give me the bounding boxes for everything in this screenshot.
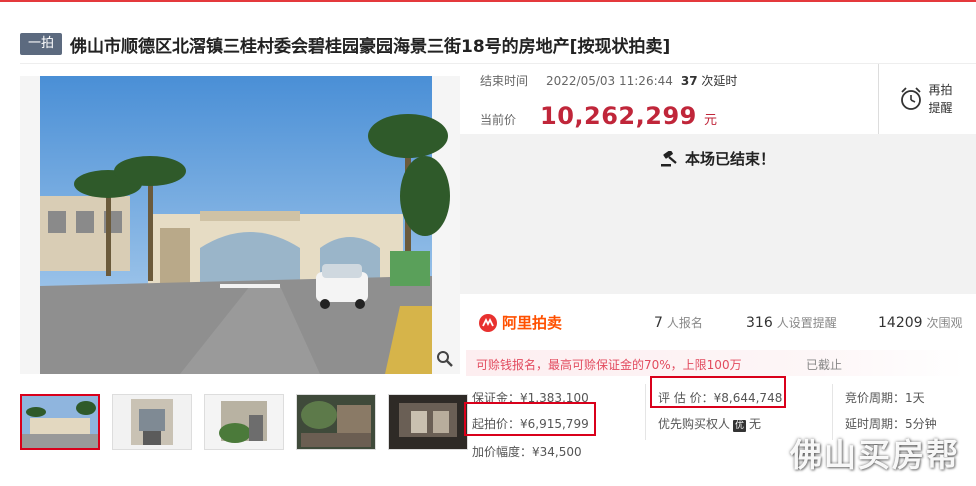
priority-buyer-value: 无	[749, 417, 762, 431]
auction-ended-message: 本场已结束！	[684, 150, 775, 168]
relist-remind-button[interactable]: 再拍 提醒	[878, 64, 976, 134]
main-property-photo[interactable]	[20, 76, 460, 374]
appraisal-price-highlight	[650, 376, 786, 408]
platform-stats-row: 阿里拍卖 7 人报名 316 人设置提醒 14209 次围观	[460, 294, 976, 350]
stat-registrations: 7 人报名	[654, 314, 703, 331]
thumbnail-garden-image	[205, 395, 283, 449]
auction-round-tag: 一拍	[20, 33, 63, 55]
views-count: 14209	[878, 315, 923, 331]
delay-label: 次延时	[701, 74, 738, 88]
priority-buyer-label: 优先购买权人	[658, 417, 731, 431]
details-divider-1	[645, 384, 646, 440]
thumbnail-house-front-image	[113, 395, 191, 449]
deposit-credit-notice: 可赊钱报名，最高可赊保证金的70%，上限100万 已截止	[466, 350, 966, 376]
top-accent-strip	[0, 0, 976, 2]
stat-views: 14209 次围观	[878, 314, 963, 331]
registrations-label: 人报名	[666, 316, 703, 330]
current-price-value: 10,262,299	[540, 102, 697, 130]
zoom-magnifier-icon[interactable]	[436, 350, 454, 368]
current-price-label: 当前价	[480, 113, 517, 127]
end-time-value: 2022/05/03 11:26:44	[546, 73, 673, 88]
end-time-label: 结束时间	[480, 74, 529, 88]
thumbnail-interior-image	[297, 395, 375, 449]
current-price-row: 当前价 10,262,299 元	[480, 102, 717, 130]
bid-cycle: 竞价周期：1天	[845, 391, 925, 405]
end-time-row: 结束时间 2022/05/03 11:26:44 37 次延时	[480, 72, 737, 89]
stat-reminders: 316 人设置提醒	[746, 314, 837, 331]
thumbnail-gate-image	[22, 396, 98, 448]
ali-auction-logo-icon	[479, 313, 497, 332]
remind-label-line1: 再拍	[928, 83, 953, 97]
deposit-credit-status: 已截止	[806, 358, 843, 372]
registrations-count: 7	[654, 315, 663, 331]
currency-unit: 元	[703, 113, 717, 128]
gavel-icon	[660, 150, 677, 166]
ali-auction-logo[interactable]: 阿里拍卖	[478, 312, 562, 333]
thumbnail-5[interactable]	[388, 394, 468, 450]
auction-ended-box: 本场已结束！	[460, 134, 976, 294]
thumbnail-4[interactable]	[296, 394, 376, 450]
thumbnail-2[interactable]	[112, 394, 192, 450]
priority-buyer: 优先购买权人优无	[658, 415, 761, 432]
bid-increment: 加价幅度：¥34,500	[472, 445, 582, 459]
ali-auction-logo-text: 阿里拍卖	[502, 314, 563, 332]
reminders-label: 人设置提醒	[776, 316, 837, 330]
thumbnail-3[interactable]	[204, 394, 284, 450]
thumbnail-room-image	[389, 395, 467, 449]
remind-label-line2: 提醒	[928, 101, 953, 115]
start-price-highlight	[464, 402, 596, 436]
priority-badge-icon: 优	[733, 420, 747, 432]
alarm-clock-icon	[900, 87, 921, 110]
property-gate-photo	[40, 76, 450, 374]
views-label: 次围观	[926, 316, 963, 330]
photo-thumbnails	[20, 394, 468, 450]
reminders-count: 316	[746, 315, 773, 331]
deposit-credit-text: 可赊钱报名，最高可赊保证金的70%，上限100万	[476, 358, 742, 372]
auction-header: 一拍 佛山市顺德区北滘镇三桂村委会碧桂园豪园海景三街18号的房地产[按现状拍卖]	[20, 32, 671, 57]
page-title: 佛山市顺德区北滘镇三桂村委会碧桂园豪园海景三街18号的房地产[按现状拍卖]	[70, 36, 671, 57]
thumbnail-1[interactable]	[20, 394, 100, 450]
delay-count: 37	[680, 74, 698, 88]
watermark-text: 佛山买房帮	[790, 436, 961, 474]
auction-info-panel: 结束时间 2022/05/03 11:26:44 37 次延时 当前价 10,2…	[460, 64, 976, 134]
